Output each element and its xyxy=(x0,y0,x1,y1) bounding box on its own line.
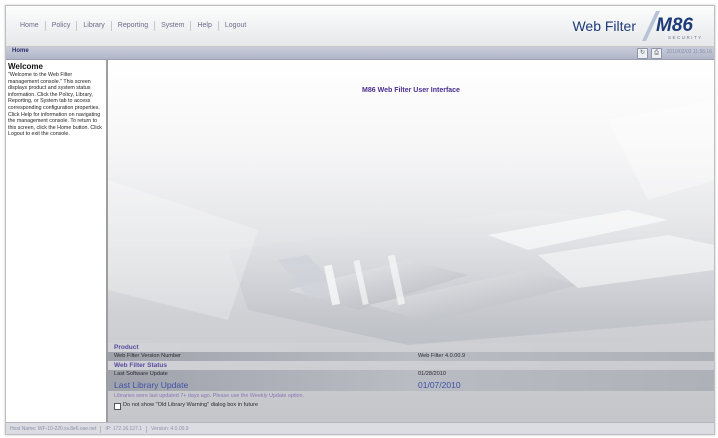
help-panel-text: "Welcome to the Web Filter management co… xyxy=(8,72,102,138)
version-value: Web Filter 4.0.00.9 xyxy=(418,353,466,359)
help-panel: Welcome "Welcome to the Web Filter manag… xyxy=(6,60,108,422)
menu-home[interactable]: Home xyxy=(14,20,45,31)
last-software-update-value: 01/28/2010 xyxy=(418,371,446,377)
old-library-warning-checkbox[interactable] xyxy=(114,403,121,410)
datetime-display: 2010/02/02 11:56:16 xyxy=(666,49,712,55)
main-content: M86 Web Filter User Interface Product We… xyxy=(108,60,714,422)
m86-security-logo: M86 SECURITY xyxy=(642,11,703,41)
web-filter-status-header: Web Filter Status xyxy=(108,361,714,370)
page-title: M86 Web Filter User Interface xyxy=(362,87,460,94)
refresh-icon[interactable]: ↻ xyxy=(637,48,648,59)
print-icon[interactable]: ⎙ xyxy=(651,48,662,59)
product-section-header: Product xyxy=(108,343,714,352)
last-software-update-label: Last Software Update xyxy=(114,371,168,377)
menu-help[interactable]: Help xyxy=(191,20,217,31)
version-row: Web Filter Version Number Web Filter 4.0… xyxy=(108,352,714,361)
app-window: Home Policy Library Reporting System Hel… xyxy=(5,5,715,435)
version-label: Web Filter Version Number xyxy=(114,353,182,359)
menu-policy[interactable]: Policy xyxy=(46,20,77,31)
library-warning-message: Libraries were last updated 7+ days ago.… xyxy=(114,393,305,399)
menu-system[interactable]: System xyxy=(155,20,190,31)
toolbar-icons: ↻ ⎙ xyxy=(637,48,662,59)
menu-logout[interactable]: Logout xyxy=(219,20,252,31)
main-menu: Home Policy Library Reporting System Hel… xyxy=(14,20,252,31)
footer-host-name: Host Name: WF-10-220.sv.8e6.ose.net xyxy=(10,426,97,432)
last-library-update-row: Last Library Update 01/07/2010 xyxy=(108,379,714,391)
status-footer: Host Name: WF-10-220.sv.8e6.ose.net IP: … xyxy=(6,422,714,434)
menu-library[interactable]: Library xyxy=(77,20,110,31)
status-panel: Product Web Filter Version Number Web Fi… xyxy=(108,343,714,411)
old-library-warning-checkbox-label: Do not show "Old Library Warning" dialog… xyxy=(123,402,258,408)
top-navigation-bar: Home Policy Library Reporting System Hel… xyxy=(6,6,714,47)
last-library-update-value: 01/07/2010 xyxy=(418,380,461,390)
last-library-update-label: Last Library Update xyxy=(114,380,189,390)
product-title: Web Filter xyxy=(572,18,636,34)
breadcrumb-bar: Home ↻ ⎙ 2010/02/02 11:56:16 xyxy=(6,47,714,60)
menu-reporting[interactable]: Reporting xyxy=(112,20,154,31)
footer-ip: IP: 172.16.137.1 xyxy=(105,426,143,432)
footer-version: Version: 4.0.00.9 xyxy=(151,426,189,432)
breadcrumb-home[interactable]: Home xyxy=(12,48,29,54)
help-panel-title: Welcome xyxy=(8,62,43,71)
old-library-warning-option: Do not show "Old Library Warning" dialog… xyxy=(108,401,714,411)
logo-text: M86 xyxy=(656,15,693,36)
logo-subtext: SECURITY xyxy=(668,35,703,40)
last-software-update-row: Last Software Update 01/28/2010 xyxy=(108,370,714,379)
